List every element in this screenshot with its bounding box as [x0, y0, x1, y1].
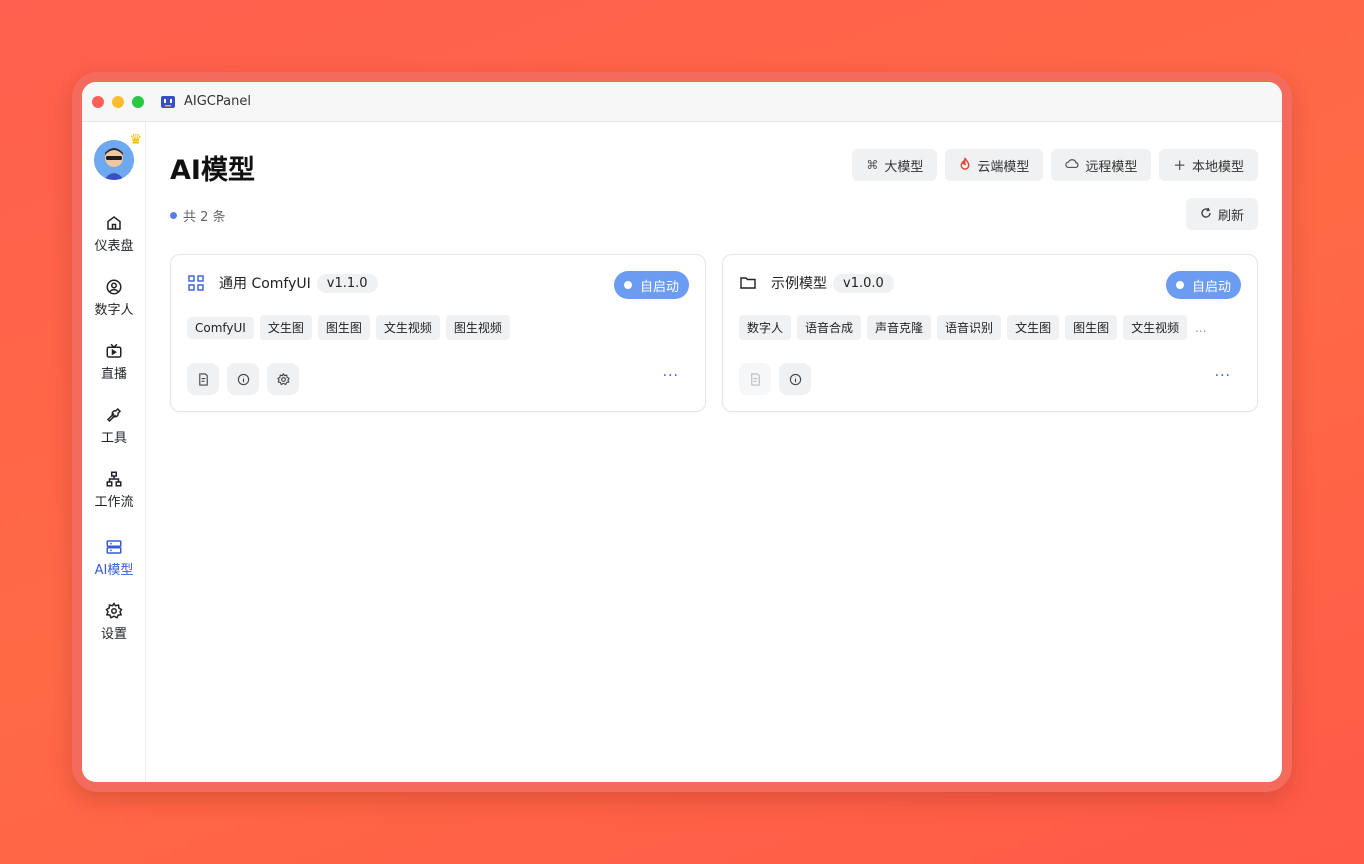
app-title: AIGCPanel: [184, 94, 251, 109]
tag: ComfyUI: [187, 316, 254, 339]
llm-button[interactable]: ⌘ 大模型: [852, 149, 938, 181]
main-content: AI模型 ⌘ 大模型 云端模型 远程模型 + 本地模型 共 2 条 刷新 通用 …: [146, 122, 1282, 782]
button-label: 刷新: [1217, 208, 1244, 224]
sidebar-item-workflow[interactable]: 工作流: [82, 462, 146, 518]
sidebar-item-tools[interactable]: 工具: [82, 398, 146, 454]
tag-list: 数字人 语音合成 声音克隆 语音识别 文生图 图生图 文生视频 ...: [739, 315, 1207, 340]
cloud-models-button[interactable]: 云端模型: [945, 149, 1044, 181]
more-tags-indicator: ...: [1195, 320, 1207, 335]
folder-icon: [740, 277, 756, 289]
autostart-label: 自启动: [1191, 279, 1231, 295]
card-actions: [187, 363, 299, 395]
more-options-button[interactable]: ···: [1215, 368, 1231, 384]
model-card: 通用 ComfyUI v1.1.0 自启动 ComfyUI 文生图 图生图 文生…: [170, 254, 706, 412]
page-title: AI模型: [170, 155, 255, 186]
sidebar-item-settings[interactable]: 设置: [82, 594, 146, 650]
sidebar-item-label: 仪表盘: [94, 239, 134, 254]
sidebar-item-live[interactable]: 直播: [82, 334, 146, 390]
document-icon: [750, 372, 760, 386]
autostart-label: 自启动: [639, 279, 679, 295]
model-card: 示例模型 v1.0.0 自启动 数字人 语音合成 声音克隆 语音识别 文生图 图…: [722, 254, 1258, 412]
app-window: AIGCPanel ♛ 仪表盘 数字人 直播 工具 工作流 AI模型 设置 AI…: [82, 82, 1282, 782]
info-icon: [789, 373, 801, 385]
remote-models-button[interactable]: 远程模型: [1051, 149, 1152, 181]
plus-icon: +: [1173, 156, 1186, 174]
log-button[interactable]: [187, 363, 219, 395]
server-icon: [106, 540, 122, 554]
gear-icon: [276, 372, 290, 385]
tag: 图生图: [1065, 315, 1118, 340]
count-text: 共 2 条: [183, 210, 226, 225]
tv-icon: [106, 343, 122, 358]
card-actions: [739, 363, 811, 395]
sidebar-item-digital-human[interactable]: 数字人: [82, 270, 146, 326]
tag-list: ComfyUI 文生图 图生图 文生视频 图生视频: [187, 315, 510, 340]
tag: 文生视频: [1123, 315, 1188, 340]
tag: 数字人: [739, 315, 792, 340]
button-label: 大模型: [884, 159, 924, 175]
model-name: 通用 ComfyUI: [219, 276, 311, 292]
gear-icon: [105, 602, 123, 619]
app-logo-icon: [161, 95, 175, 108]
workflow-icon: [106, 471, 122, 487]
log-button[interactable]: [739, 363, 771, 395]
document-icon: [198, 372, 208, 386]
minimize-window-button[interactable]: [112, 95, 124, 108]
tag: 图生图: [317, 315, 370, 340]
info-icon: [237, 373, 249, 385]
sidebar-item-label: 工具: [100, 431, 127, 446]
sidebar: ♛ 仪表盘 数字人 直播 工具 工作流 AI模型 设置: [82, 122, 146, 782]
command-icon: ⌘: [866, 158, 879, 172]
sidebar-item-label: 直播: [100, 367, 127, 382]
refresh-icon: [1200, 207, 1212, 222]
tag: 文生图: [1007, 315, 1060, 340]
button-label: 云端模型: [977, 159, 1030, 175]
tag: 语音识别: [937, 315, 1002, 340]
sidebar-item-dashboard[interactable]: 仪表盘: [82, 206, 146, 262]
autostart-toggle[interactable]: 自启动: [613, 271, 689, 299]
sidebar-item-label: 数字人: [94, 303, 134, 318]
tag: 文生视频: [375, 315, 440, 340]
count-bullet-icon: [170, 212, 177, 219]
user-circle-icon: [106, 279, 122, 295]
maximize-window-button[interactable]: [132, 95, 144, 108]
autostart-toggle[interactable]: 自启动: [1165, 271, 1241, 299]
tag: 文生图: [259, 315, 312, 340]
button-label: 远程模型: [1085, 159, 1138, 175]
model-type-toolbar: ⌘ 大模型 云端模型 远程模型 + 本地模型: [852, 149, 1258, 181]
cloud-icon: [1065, 158, 1079, 172]
item-count: 共 2 条: [170, 206, 226, 225]
avatar[interactable]: ♛: [94, 132, 142, 182]
model-version: v1.0.0: [833, 273, 894, 293]
settings-button[interactable]: [267, 363, 299, 395]
more-options-button[interactable]: ···: [663, 368, 679, 384]
model-version: v1.1.0: [316, 273, 378, 293]
toggle-knob: [623, 281, 632, 289]
button-label: 本地模型: [1191, 159, 1244, 175]
toggle-knob: [1175, 281, 1184, 289]
home-icon: [107, 216, 121, 230]
refresh-button[interactable]: 刷新: [1185, 198, 1258, 230]
avatar-image-icon: [94, 140, 134, 180]
info-button[interactable]: [227, 363, 259, 395]
wrench-icon: [106, 407, 122, 423]
grid-icon: [188, 275, 204, 291]
fire-icon: [959, 157, 971, 173]
local-models-button[interactable]: + 本地模型: [1159, 149, 1258, 181]
tag: 语音合成: [797, 315, 862, 340]
info-button[interactable]: [779, 363, 811, 395]
sidebar-item-ai-models[interactable]: AI模型: [82, 530, 146, 586]
crown-icon: ♛: [129, 132, 142, 148]
tag: 声音克隆: [867, 315, 932, 340]
title-bar: AIGCPanel: [82, 82, 1282, 122]
sidebar-item-label: 设置: [100, 627, 127, 642]
model-name: 示例模型: [771, 276, 827, 292]
sidebar-item-label: AI模型: [94, 563, 134, 578]
sidebar-item-label: 工作流: [94, 495, 134, 510]
close-window-button[interactable]: [92, 95, 104, 108]
tag: 图生视频: [445, 315, 510, 340]
